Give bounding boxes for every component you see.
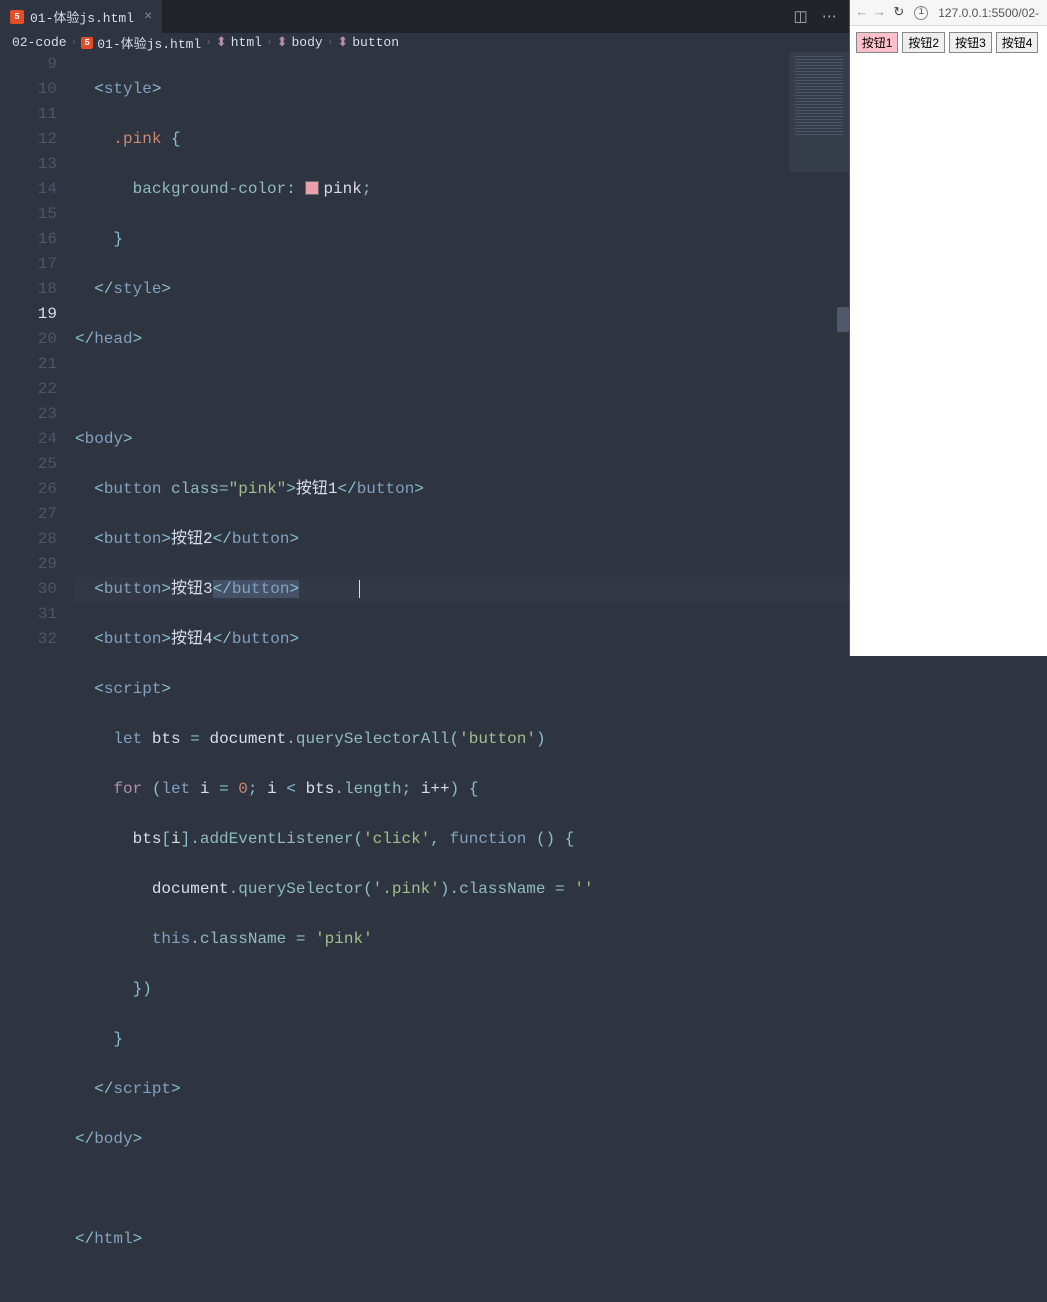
tag-icon: ⬍: [216, 35, 227, 50]
line-number: 28: [0, 527, 57, 552]
tag-icon: ⬍: [277, 35, 288, 50]
chevron-right-icon: ›: [71, 37, 78, 49]
line-gutter: 9 10 11 12 13 14 15 16 17 18 19 20 21 22…: [0, 52, 75, 1302]
browser-pane: ← → ↻ i 127.0.0.1:5500/02- 按钮1 按钮2 按钮3 按…: [849, 0, 1047, 656]
close-icon[interactable]: ×: [144, 9, 152, 25]
line-number: 11: [0, 102, 57, 127]
line-number: 21: [0, 352, 57, 377]
line-number: 30: [0, 577, 57, 602]
breadcrumb-node[interactable]: body: [291, 35, 322, 50]
line-number: 17: [0, 252, 57, 277]
line-number: 10: [0, 77, 57, 102]
browser-viewport: 按钮1 按钮2 按钮3 按钮4: [850, 26, 1047, 59]
browser-toolbar: ← → ↻ i 127.0.0.1:5500/02-: [850, 0, 1047, 26]
line-number: 24: [0, 427, 57, 452]
line-number: 31: [0, 602, 57, 627]
split-editor-icon[interactable]: ◫: [794, 7, 808, 26]
tab-bar: 5 01-体验js.html × ◫ ⋯: [0, 0, 849, 33]
editor-pane: 5 01-体验js.html × ◫ ⋯ 02-code › 5 01-体验js…: [0, 0, 849, 656]
line-number: 26: [0, 477, 57, 502]
line-number: 15: [0, 202, 57, 227]
line-number: 23: [0, 402, 57, 427]
page-button-4[interactable]: 按钮4: [996, 32, 1039, 53]
page-button-1[interactable]: 按钮1: [856, 32, 899, 53]
code-content[interactable]: <style> .pink { background-color: pink; …: [75, 52, 849, 1302]
scrollbar-thumb[interactable]: [837, 307, 849, 332]
chevron-right-icon: ›: [327, 37, 334, 49]
back-icon[interactable]: ←: [858, 5, 866, 20]
line-number: 27: [0, 502, 57, 527]
line-number: 20: [0, 327, 57, 352]
line-number: 9: [0, 52, 57, 77]
line-number: 18: [0, 277, 57, 302]
tab-filename: 01-体验js.html: [30, 7, 134, 26]
chevron-right-icon: ›: [266, 37, 273, 49]
chevron-right-icon: ›: [205, 37, 212, 49]
line-number: 16: [0, 227, 57, 252]
line-number: 22: [0, 377, 57, 402]
html5-icon: 5: [81, 37, 93, 49]
tab-actions: ◫ ⋯: [794, 7, 849, 26]
breadcrumb-node[interactable]: button: [352, 35, 399, 50]
line-number: 14: [0, 177, 57, 202]
file-tab[interactable]: 5 01-体验js.html ×: [0, 0, 162, 33]
tag-icon: ⬍: [337, 35, 348, 50]
text-cursor: [359, 580, 360, 598]
minimap[interactable]: [789, 52, 849, 172]
breadcrumb[interactable]: 02-code › 5 01-体验js.html › ⬍ html › ⬍ bo…: [0, 33, 849, 52]
page-button-2[interactable]: 按钮2: [902, 32, 945, 53]
line-number: 12: [0, 127, 57, 152]
forward-icon[interactable]: →: [876, 5, 884, 20]
line-number: 32: [0, 627, 57, 652]
breadcrumb-node[interactable]: html: [231, 35, 262, 50]
reload-icon[interactable]: ↻: [893, 5, 904, 20]
line-number: 29: [0, 552, 57, 577]
page-button-3[interactable]: 按钮3: [949, 32, 992, 53]
breadcrumb-file[interactable]: 01-体验js.html: [97, 33, 201, 52]
more-icon[interactable]: ⋯: [822, 7, 837, 26]
address-bar[interactable]: 127.0.0.1:5500/02-: [938, 6, 1039, 20]
line-number: 19: [0, 302, 57, 327]
color-swatch-icon: [305, 181, 319, 195]
html5-icon: 5: [10, 10, 24, 24]
line-number: 25: [0, 452, 57, 477]
line-number: 13: [0, 152, 57, 177]
code-area[interactable]: 9 10 11 12 13 14 15 16 17 18 19 20 21 22…: [0, 52, 849, 1302]
info-icon[interactable]: i: [914, 6, 928, 20]
breadcrumb-folder[interactable]: 02-code: [12, 35, 67, 50]
